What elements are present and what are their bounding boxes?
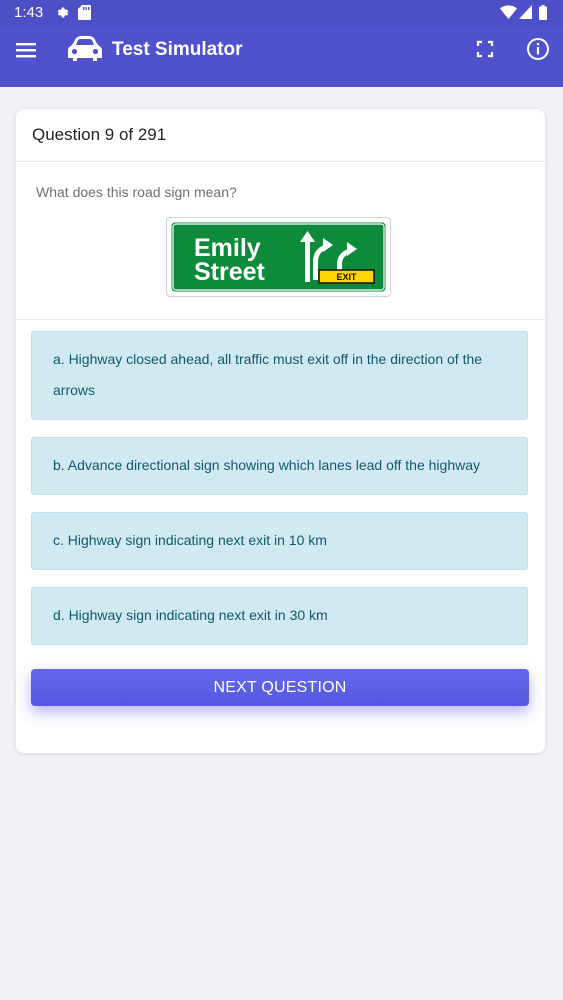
wifi-icon xyxy=(500,5,517,23)
answer-option-a[interactable]: a. Highway closed ahead, all traffic mus… xyxy=(31,331,528,420)
app-title: Test Simulator xyxy=(112,39,243,60)
menu-icon[interactable] xyxy=(12,36,44,64)
road-sign-image: Emily Street EXIT xyxy=(166,217,391,297)
answer-option-c[interactable]: c. Highway sign indicating next exit in … xyxy=(31,512,528,570)
answer-label: a. Highway closed ahead, all traffic mus… xyxy=(53,351,483,398)
answer-label: d. Highway sign indicating next exit in … xyxy=(53,607,328,623)
fullscreen-icon[interactable] xyxy=(472,36,498,62)
battery-icon xyxy=(539,5,547,24)
answer-option-d[interactable]: d. Highway sign indicating next exit in … xyxy=(31,587,528,645)
info-icon[interactable] xyxy=(524,35,552,63)
sign-exit-label: EXIT xyxy=(336,272,357,282)
status-bar: 1:43 xyxy=(0,0,563,26)
sign-line2: Street xyxy=(194,258,266,286)
divider xyxy=(16,319,545,320)
answer-option-b[interactable]: b. Advance directional sign showing whic… xyxy=(31,437,528,495)
question-header: Question 9 of 291 xyxy=(16,109,545,162)
question-prompt: What does this road sign mean? xyxy=(36,184,237,200)
question-card: Question 9 of 291 What does this road si… xyxy=(16,109,545,753)
status-time: 1:43 xyxy=(14,4,44,21)
sd-card-icon xyxy=(78,5,91,24)
signal-icon xyxy=(519,5,532,23)
answer-label: c. Highway sign indicating next exit in … xyxy=(53,532,327,548)
answer-label: b. Advance directional sign showing whic… xyxy=(53,457,481,473)
app-bar: Test Simulator xyxy=(0,26,563,87)
car-icon xyxy=(66,32,104,66)
settings-icon xyxy=(54,5,69,24)
next-question-button[interactable]: NEXT QUESTION xyxy=(31,669,529,706)
